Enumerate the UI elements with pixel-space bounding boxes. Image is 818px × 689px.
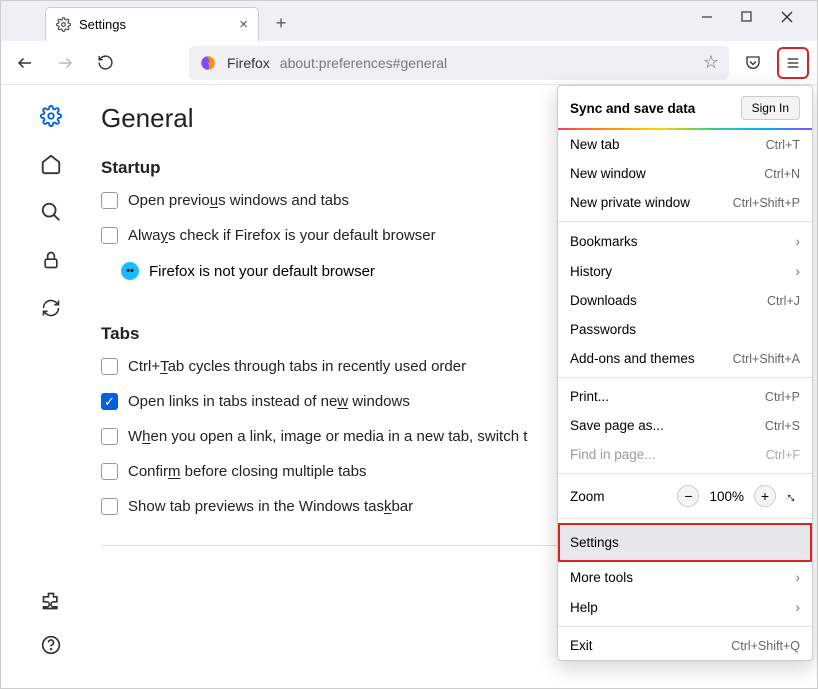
toolbar: Firefox about:preferences#general ☆ xyxy=(1,41,817,85)
sidebar-privacy-icon[interactable] xyxy=(38,247,64,273)
pocket-icon[interactable] xyxy=(737,47,769,79)
menu-separator xyxy=(558,626,812,627)
checkbox-icon[interactable] xyxy=(101,227,118,244)
checkbox-icon[interactable] xyxy=(101,428,118,445)
gear-icon xyxy=(56,17,71,32)
minimize-button[interactable] xyxy=(701,11,717,23)
checkbox-icon[interactable] xyxy=(101,192,118,209)
zoom-out-button[interactable]: − xyxy=(677,485,699,507)
menu-separator xyxy=(558,473,812,474)
checkbox-checked-icon[interactable]: ✓ xyxy=(101,393,118,410)
firefox-icon xyxy=(199,54,217,72)
checkbox-icon[interactable] xyxy=(101,358,118,375)
menu-more-tools[interactable]: More tools› xyxy=(558,562,812,592)
sidebar-sync-icon[interactable] xyxy=(38,295,64,321)
sidebar-home-icon[interactable] xyxy=(38,151,64,177)
menu-separator xyxy=(558,518,812,519)
sidebar-help-icon[interactable] xyxy=(38,632,64,658)
menu-bookmarks[interactable]: Bookmarks› xyxy=(558,226,812,256)
back-button[interactable] xyxy=(9,47,41,79)
sidebar-search-icon[interactable] xyxy=(38,199,64,225)
close-tab-icon[interactable]: × xyxy=(239,16,248,33)
zoom-value: 100% xyxy=(709,489,744,504)
new-tab-button[interactable]: + xyxy=(267,9,295,37)
menu-history[interactable]: History› xyxy=(558,256,812,286)
bookmark-star-icon[interactable]: ☆ xyxy=(703,52,719,73)
menu-downloads[interactable]: DownloadsCtrl+J xyxy=(558,286,812,315)
menu-separator xyxy=(558,221,812,222)
settings-sidebar xyxy=(1,85,101,688)
titlebar: Settings × + xyxy=(1,1,817,41)
menu-settings[interactable]: Settings xyxy=(558,523,812,562)
menu-save-page[interactable]: Save page as...Ctrl+S xyxy=(558,411,812,440)
chevron-right-icon: › xyxy=(795,569,800,585)
checkbox-icon[interactable] xyxy=(101,463,118,480)
window-controls xyxy=(681,1,817,33)
sign-in-button[interactable]: Sign In xyxy=(741,96,800,120)
menu-new-tab[interactable]: New tabCtrl+T xyxy=(558,130,812,159)
menu-print[interactable]: Print...Ctrl+P xyxy=(558,382,812,411)
menu-addons[interactable]: Add-ons and themesCtrl+Shift+A xyxy=(558,344,812,373)
forward-button[interactable] xyxy=(49,47,81,79)
chevron-right-icon: › xyxy=(795,599,800,615)
reload-button[interactable] xyxy=(89,47,121,79)
close-window-button[interactable] xyxy=(781,11,797,23)
chevron-right-icon: › xyxy=(795,263,800,279)
url-identity: Firefox xyxy=(227,55,270,71)
menu-help[interactable]: Help› xyxy=(558,592,812,622)
menu-exit[interactable]: ExitCtrl+Shift+Q xyxy=(558,631,812,660)
menu-separator xyxy=(558,377,812,378)
tab-title: Settings xyxy=(79,17,126,32)
menu-zoom-row: Zoom − 100% + ↔ xyxy=(558,478,812,514)
url-bar[interactable]: Firefox about:preferences#general ☆ xyxy=(189,46,729,80)
menu-new-private-window[interactable]: New private windowCtrl+Shift+P xyxy=(558,188,812,217)
menu-sync-header: Sync and save data Sign In xyxy=(558,86,812,128)
zoom-in-button[interactable]: + xyxy=(754,485,776,507)
fullscreen-icon[interactable]: ↔ xyxy=(782,485,803,506)
maximize-button[interactable] xyxy=(741,11,757,23)
url-text: about:preferences#general xyxy=(280,55,447,71)
browser-tab[interactable]: Settings × xyxy=(45,7,259,41)
chevron-right-icon: › xyxy=(795,233,800,249)
sidebar-general-icon[interactable] xyxy=(38,103,64,129)
app-menu-button[interactable] xyxy=(777,47,809,79)
app-menu-panel: Sync and save data Sign In New tabCtrl+T… xyxy=(557,85,813,661)
sidebar-extensions-icon[interactable] xyxy=(38,588,64,614)
menu-passwords[interactable]: Passwords xyxy=(558,315,812,344)
menu-find-in-page: Find in page...Ctrl+F xyxy=(558,440,812,469)
menu-new-window[interactable]: New windowCtrl+N xyxy=(558,159,812,188)
checkbox-icon[interactable] xyxy=(101,498,118,515)
info-icon: •• xyxy=(121,262,139,280)
